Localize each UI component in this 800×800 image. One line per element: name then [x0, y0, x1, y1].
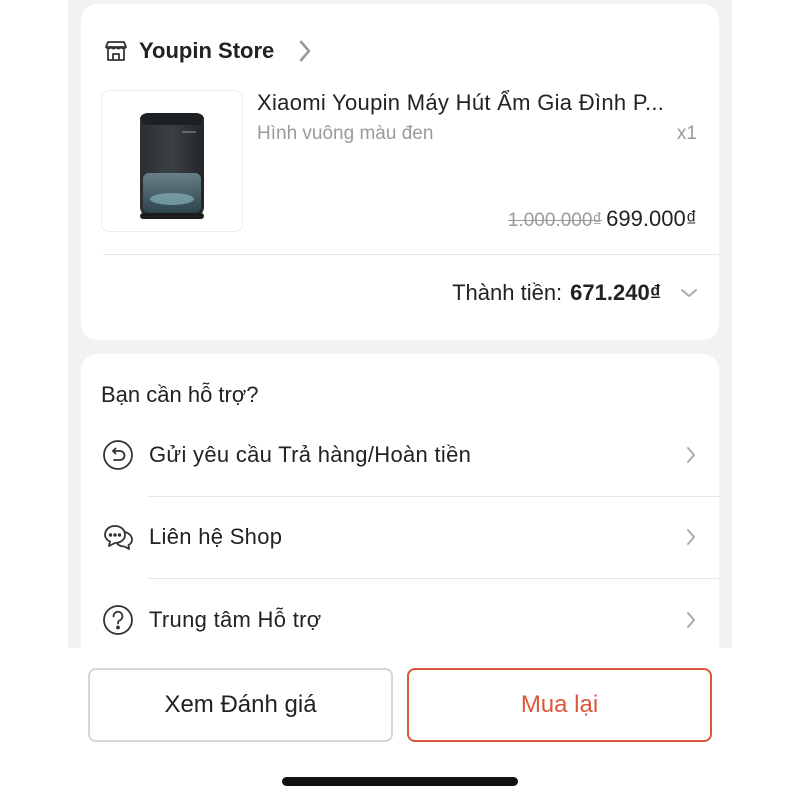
- help-card: Bạn cần hỗ trợ? Gửi yêu cầu Trả hàng/Hoà…: [81, 354, 719, 648]
- chevron-right-icon: [687, 447, 695, 463]
- return-refund-icon: [103, 440, 133, 470]
- help-item-label: Liên hệ Shop: [149, 524, 283, 549]
- dehumidifier-image: [140, 113, 204, 219]
- chevron-right-icon: [687, 612, 695, 628]
- help-item-support-center[interactable]: Trung tâm Hỗ trợ: [81, 579, 719, 661]
- store-name[interactable]: Youpin Store: [139, 38, 274, 64]
- sale-price: 699.000₫: [606, 206, 697, 231]
- chevron-right-icon: [687, 529, 695, 545]
- help-item-label: Trung tâm Hỗ trợ: [149, 607, 322, 632]
- question-icon: [103, 605, 133, 635]
- price-row: 1.000.000₫ 699.000₫: [508, 206, 697, 232]
- store-icon: [105, 41, 127, 61]
- chevron-right-icon: [300, 40, 311, 62]
- buy-again-button[interactable]: Mua lại: [407, 668, 712, 742]
- product-title[interactable]: Xiaomi Youpin Máy Hút Ẩm Gia Đình P...: [257, 90, 697, 116]
- divider: [103, 254, 719, 255]
- view-review-button[interactable]: Xem Đánh giá: [88, 668, 393, 742]
- home-indicator[interactable]: [282, 777, 518, 786]
- product-quantity: x1: [676, 123, 697, 144]
- order-total[interactable]: Thành tiền: 671.240₫: [452, 280, 699, 306]
- store-header[interactable]: Youpin Store: [103, 36, 318, 66]
- chevron-down-icon[interactable]: [679, 286, 699, 300]
- help-item-label: Gửi yêu cầu Trả hàng/Hoàn tiền: [149, 442, 472, 467]
- product-variant: Hình vuông màu đen: [257, 123, 434, 144]
- chat-icon: [104, 525, 133, 550]
- help-title: Bạn cần hỗ trợ?: [101, 382, 259, 407]
- help-item-contact-shop[interactable]: Liên hệ Shop: [81, 496, 719, 578]
- total-label: Thành tiền:: [452, 280, 563, 305]
- total-value: 671.240₫: [570, 280, 661, 305]
- help-item-return-refund[interactable]: Gửi yêu cầu Trả hàng/Hoàn tiền: [81, 414, 719, 496]
- order-card: Youpin Store Xiaomi Youpin Máy Hút Ẩm Gi…: [81, 4, 719, 340]
- original-price: 1.000.000₫: [507, 210, 603, 231]
- product-image[interactable]: [101, 90, 243, 232]
